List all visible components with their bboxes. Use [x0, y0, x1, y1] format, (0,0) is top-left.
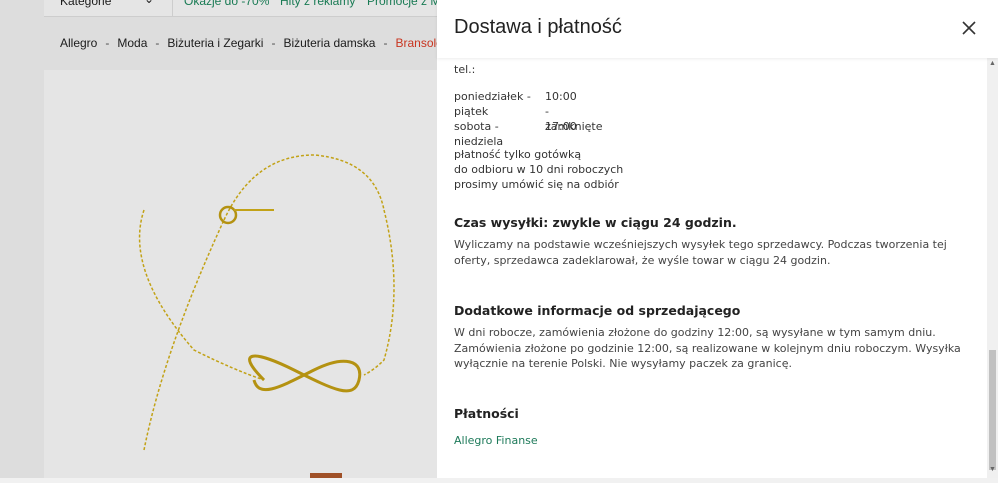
pickup-note: do odbioru w 10 dni roboczych — [454, 163, 624, 176]
seller-info-heading: Dodatkowe informacje od sprzedającego — [454, 303, 741, 318]
hours-time: zamknięte — [545, 120, 603, 133]
scrollbar-thumb[interactable] — [989, 350, 996, 470]
scroll-down-icon[interactable]: ▼ — [989, 466, 996, 473]
close-icon — [962, 21, 976, 35]
panel-title: Dostawa i płatność — [454, 16, 622, 38]
delivery-payment-panel: Dostawa i płatność tel.: poniedziałek - … — [437, 0, 998, 478]
pickup-note: prosimy umówić się na odbiór — [454, 178, 619, 191]
contact-phone-label: tel.: — [454, 63, 476, 76]
panel-content: tel.: poniedziałek - piątek 10:00 - 17:0… — [437, 58, 987, 478]
close-button[interactable] — [959, 18, 979, 38]
hours-day: poniedziałek - — [454, 90, 531, 103]
shipping-time-text: Wyliczamy na podstawie wcześniejszych wy… — [454, 238, 947, 267]
seller-info-text: W dni robocze, zamówienia złożone do god… — [454, 326, 961, 370]
payment-method-link[interactable]: Allegro Finanse — [454, 434, 538, 447]
scroll-up-icon[interactable]: ▲ — [989, 60, 996, 67]
shipping-time-heading: Czas wysyłki: zwykle w ciągu 24 godzin. — [454, 215, 737, 230]
payments-heading: Płatności — [454, 406, 519, 421]
panel-header: Dostawa i płatność — [437, 0, 998, 58]
pickup-note: płatność tylko gotówką — [454, 148, 582, 161]
scrollbar[interactable]: ▲ ▼ — [987, 58, 998, 478]
hours-day-continued: piątek — [454, 105, 489, 118]
hours-day: sobota - niedziela — [454, 120, 504, 148]
